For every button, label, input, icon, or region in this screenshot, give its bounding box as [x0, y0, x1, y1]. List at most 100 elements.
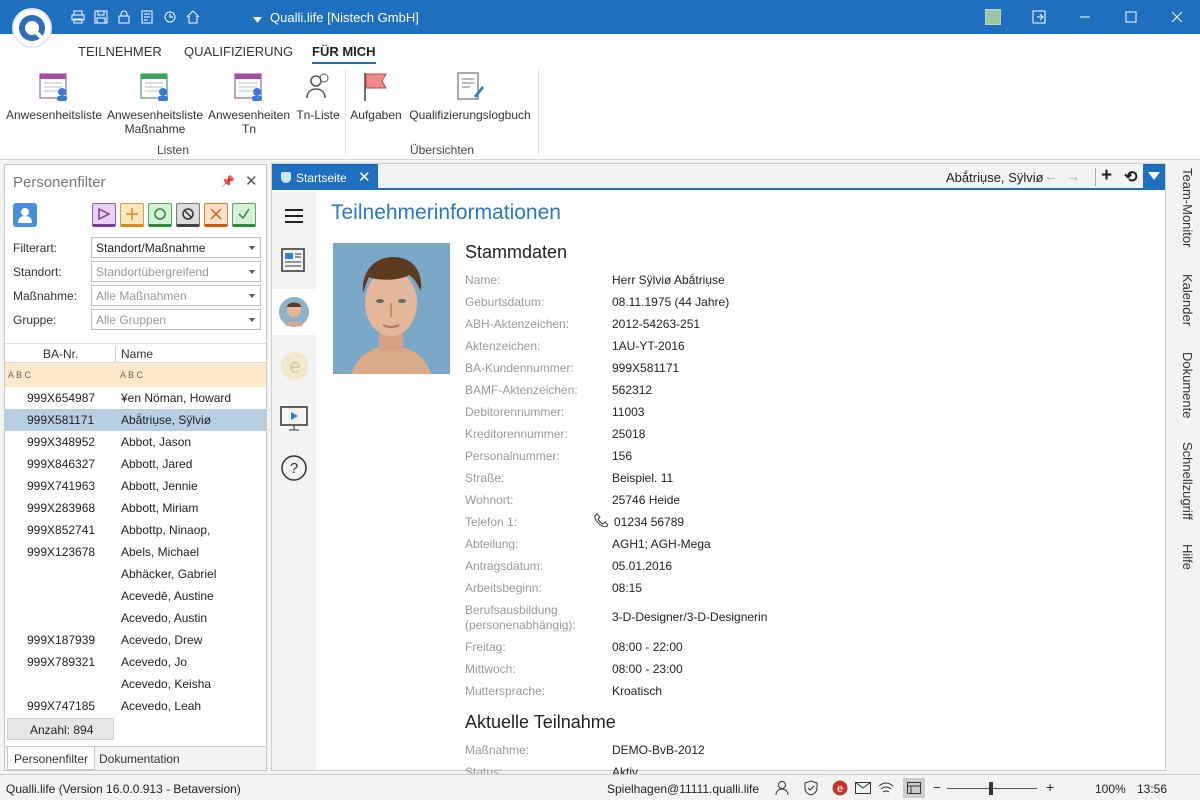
panel-title: Personenfilter	[13, 174, 106, 191]
filterart-select[interactable]: Standort/Maßnahme	[91, 237, 261, 258]
zoom-in-icon[interactable]: +	[1046, 779, 1054, 795]
zoom-out-icon[interactable]: −	[933, 780, 941, 795]
lock-icon[interactable]	[116, 9, 132, 25]
qualifizierungslogbuch-button[interactable]: Qualifizierungslogbuch	[407, 70, 533, 122]
e-icon[interactable]: e	[832, 780, 848, 796]
tab-startseite[interactable]: Startseite ✕	[272, 164, 378, 190]
tab-kalender[interactable]: Kalender	[1167, 274, 1200, 336]
abc-filter-icon[interactable]: A B C	[120, 370, 143, 380]
anwesenheiten-tn-button[interactable]: Anwesenheiten Tn	[208, 70, 290, 136]
person-photo-icon[interactable]	[272, 289, 316, 335]
table-row[interactable]: 999X348952 Abbot, Jason	[5, 431, 266, 453]
check-filter-button[interactable]	[232, 203, 256, 227]
pin-icon[interactable]: 📌	[221, 175, 235, 188]
layout-icon[interactable]	[903, 778, 925, 798]
circle-filter-button[interactable]	[148, 203, 172, 227]
field-value: 05.01.2016	[612, 559, 673, 573]
maximize-icon[interactable]	[1108, 0, 1154, 34]
field-label: Aktenzeichen:	[465, 339, 541, 353]
block-filter-button[interactable]	[176, 203, 200, 227]
tab-fuer-mich[interactable]: FÜR MICH	[312, 44, 376, 64]
field-label: Straße:	[465, 471, 505, 485]
menu-icon[interactable]	[280, 202, 308, 230]
mail-icon[interactable]	[855, 780, 871, 796]
field-label: Telefon 1:	[465, 515, 518, 529]
cell-name: Acevedo, Jo	[121, 655, 188, 669]
table-row[interactable]: 999X741963 Abbott, Jennie	[5, 475, 266, 497]
field-label: ABH-Aktenzeichen:	[465, 317, 570, 331]
presentation-icon[interactable]	[280, 404, 308, 432]
app-logo[interactable]	[12, 8, 52, 48]
arrow-back-icon[interactable]: ←	[1044, 168, 1066, 184]
phone-icon[interactable]	[594, 513, 609, 530]
e-learning-icon[interactable]: e	[280, 352, 308, 380]
table-row[interactable]: 999X581171 Abắtriụse, Sÿlviø	[5, 409, 266, 431]
cell-name: Acevedē, Austine	[121, 589, 214, 603]
help-icon[interactable]: ?	[280, 454, 308, 482]
person-filter-button[interactable]	[13, 203, 37, 227]
anwesenheitsliste-massnahme-button[interactable]: Anwesenheitsliste Maßnahme	[107, 70, 203, 136]
restore-icon[interactable]	[1016, 0, 1062, 34]
table-row[interactable]: Acevedē, Austine	[5, 585, 266, 607]
tab-teilnehmer[interactable]: TEILNEHMER	[78, 44, 162, 59]
close-icon[interactable]	[1154, 0, 1200, 34]
person-list: 999X654987 ¥en Nöman, Howard 999X581171 Abắ…	[5, 387, 266, 713]
anwesenheitsliste-button[interactable]: Anwesenheitsliste	[6, 70, 102, 122]
shield-check-icon[interactable]	[803, 780, 819, 796]
close-tab-icon[interactable]: ✕	[358, 168, 371, 186]
receipt-icon[interactable]	[139, 9, 155, 25]
tab-dokumente[interactable]: Dokumente	[1167, 352, 1200, 428]
tab-qualifizierung[interactable]: QUALIFIZIERUNG	[184, 44, 293, 59]
massnahme-select[interactable]: Alle Maßnahmen	[91, 285, 261, 306]
theme-icon[interactable]	[970, 0, 1016, 34]
field-label: Wohnort:	[465, 493, 514, 507]
cross-icon	[210, 208, 222, 220]
nav-arrows: ←→	[1044, 168, 1088, 184]
table-row[interactable]: Acevedo, Austin	[5, 607, 266, 629]
table-row[interactable]: Abhäcker, Gabriel	[5, 563, 266, 585]
table-row[interactable]: 999X187939 Acevedo, Drew	[5, 629, 266, 651]
table-row[interactable]: 999X846327 Abbott, Jared	[5, 453, 266, 475]
add-icon[interactable]: +	[1101, 165, 1112, 187]
user-icon[interactable]	[774, 780, 790, 796]
close-icon[interactable]: ✕	[245, 172, 258, 190]
field-value: 01234 56789	[614, 515, 685, 529]
tab-team-monitor[interactable]: Team-Monitor	[1167, 168, 1200, 260]
print-icon[interactable]	[70, 9, 86, 25]
home-icon[interactable]	[185, 9, 201, 25]
save-icon[interactable]	[93, 9, 109, 25]
refresh-icon[interactable]	[162, 9, 178, 25]
field-value: 08:00 - 23:00	[612, 662, 683, 676]
table-row[interactable]: 999X852741 Abbottp, Ninaop,	[5, 519, 266, 541]
table-row[interactable]: 999X283968 Abbott, Miriam	[5, 497, 266, 519]
wifi-icon[interactable]	[878, 780, 894, 796]
minimize-icon[interactable]	[1062, 0, 1108, 34]
cross-filter-button[interactable]	[204, 203, 228, 227]
table-row[interactable]: 999X123678 Abels, Michael	[5, 541, 266, 563]
column-header-ba-nr[interactable]: BA-Nr.	[43, 347, 78, 361]
dropdown-button[interactable]	[1143, 164, 1165, 188]
tab-dokumentation[interactable]: Dokumentation	[93, 747, 186, 770]
standort-select[interactable]: Standortübergreifend	[91, 261, 261, 282]
table-row[interactable]: 999X747185 Acevedo, Leah	[5, 695, 266, 713]
table-row[interactable]: Acevedo, Keisha	[5, 673, 266, 695]
column-header-name[interactable]: Name	[121, 347, 153, 361]
tab-hilfe[interactable]: Hilfe	[1167, 544, 1200, 582]
arrow-forward-icon[interactable]: →	[1066, 168, 1088, 184]
refresh-icon[interactable]: ⟲	[1124, 167, 1137, 187]
zoom-slider-knob[interactable]	[989, 782, 993, 795]
tab-schnellzugriff[interactable]: Schnellzugriff	[1167, 442, 1200, 534]
field-value: 999X581171	[612, 361, 680, 375]
abc-filter-icon[interactable]: A B C	[8, 370, 31, 380]
aufgaben-button[interactable]: Aufgaben	[350, 70, 402, 122]
version-text: Qualli.life (Version 16.0.0.913 - Betave…	[6, 782, 241, 796]
newspaper-icon[interactable]	[280, 246, 308, 274]
play-filter-button[interactable]	[92, 203, 116, 227]
quick-access-dropdown-icon[interactable]	[253, 12, 262, 26]
table-row[interactable]: 999X654987 ¥en Nöman, Howard	[5, 387, 266, 409]
tab-personenfilter[interactable]: Personenfilter	[7, 747, 96, 770]
table-row[interactable]: 999X789321 Acevedo, Jo	[5, 651, 266, 673]
tn-liste-button[interactable]: Tn-Liste	[295, 70, 341, 122]
plus-filter-button[interactable]	[120, 203, 144, 227]
gruppe-select[interactable]: Alle Gruppen	[91, 309, 261, 330]
